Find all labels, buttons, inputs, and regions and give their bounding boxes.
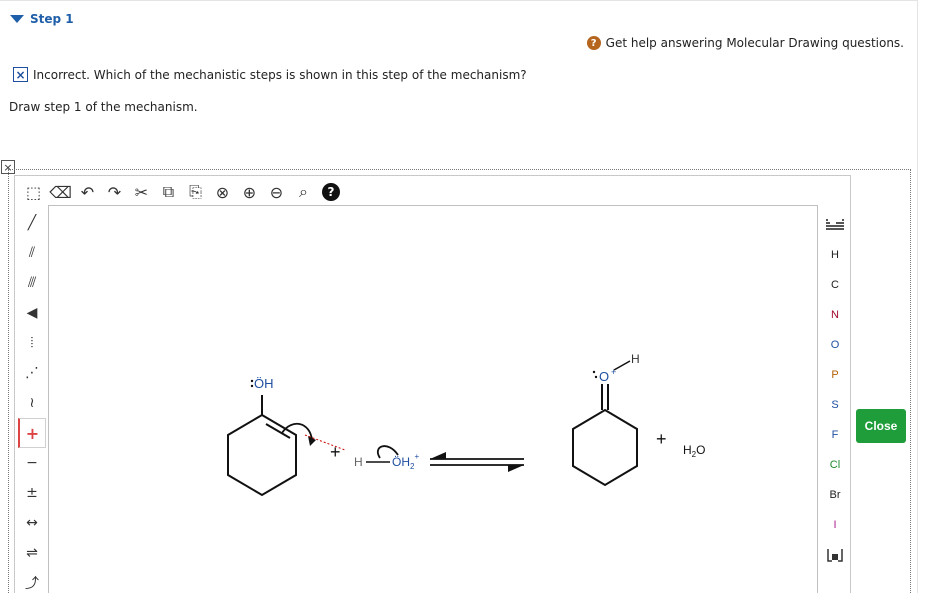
instruction-text: Draw step 1 of the mechanism. <box>9 100 198 114</box>
negative-charge-icon[interactable]: − <box>18 448 46 478</box>
element-s[interactable]: S <box>820 390 850 420</box>
zoom-fit-icon[interactable]: ⌕ <box>290 180 317 204</box>
positive-charge-icon[interactable]: + <box>18 418 46 448</box>
element-n[interactable]: N <box>820 300 850 330</box>
wedge-bond-icon[interactable]: ◀ <box>18 298 46 328</box>
wavy-bond-icon[interactable]: ⋰ <box>18 358 46 388</box>
element-p[interactable]: P <box>820 360 850 390</box>
feedback-row: × Incorrect. Which of the mechanistic st… <box>13 67 527 82</box>
clear-icon[interactable]: ⊗ <box>209 180 236 204</box>
template-icon[interactable] <box>820 540 850 570</box>
undo-icon[interactable]: ↶ <box>74 180 101 204</box>
equilibrium-icon[interactable]: ⇌ <box>18 538 46 568</box>
paste-icon[interactable]: ⎘ <box>182 180 209 204</box>
copy-icon[interactable]: ⧉ <box>155 180 182 204</box>
cut-icon[interactable]: ✂ <box>128 180 155 204</box>
chain-icon[interactable]: ≀ <box>18 388 46 418</box>
top-toolbar: ⬚ ⌫ ↶ ↷ ✂ ⧉ ⎘ ⊗ ⊕ ⊖ ⌕ ? <box>20 180 340 204</box>
eraser-icon[interactable]: ⌫ <box>47 180 74 204</box>
close-button[interactable]: Close <box>856 409 906 443</box>
editor-help-icon[interactable]: ? <box>322 183 340 201</box>
zoom-out-icon[interactable]: ⊖ <box>263 180 290 204</box>
radical-icon[interactable]: ± <box>18 478 46 508</box>
left-toolbar: ╱ ⫽ ⫻ ◀ ⦙ ⋰ ≀ + − ± ↔ ⇌ ⤴ <box>18 208 46 593</box>
drawing-canvas[interactable] <box>48 205 818 593</box>
element-palette: H C N O P S F Cl Br I <box>820 210 850 570</box>
step-toggle[interactable]: Step 1 <box>10 12 74 26</box>
zoom-in-icon[interactable]: ⊕ <box>236 180 263 204</box>
lone-pair-icon[interactable]: ↔ <box>18 508 46 538</box>
help-text: Get help answering Molecular Drawing que… <box>605 36 904 50</box>
lasso-select-icon[interactable]: ⬚ <box>20 180 47 204</box>
element-c[interactable]: C <box>820 270 850 300</box>
step-title: Step 1 <box>30 12 74 26</box>
triple-bond-icon[interactable]: ⫻ <box>18 268 46 298</box>
element-o[interactable]: O <box>820 330 850 360</box>
element-h[interactable]: H <box>820 240 850 270</box>
hash-bond-icon[interactable]: ⦙ <box>18 328 46 358</box>
redo-icon[interactable]: ↷ <box>101 180 128 204</box>
caret-down-icon <box>10 15 24 23</box>
incorrect-icon: × <box>13 67 28 82</box>
element-br[interactable]: Br <box>820 480 850 510</box>
element-cl[interactable]: Cl <box>820 450 850 480</box>
double-bond-icon[interactable]: ⫽ <box>18 238 46 268</box>
help-link[interactable]: ? Get help answering Molecular Drawing q… <box>586 36 904 50</box>
help-icon: ? <box>586 36 601 50</box>
curved-arrow-icon[interactable]: ⤴ <box>18 568 46 593</box>
element-i[interactable]: I <box>820 510 850 540</box>
periodic-table-icon[interactable] <box>820 210 850 240</box>
element-f[interactable]: F <box>820 420 850 450</box>
single-bond-icon[interactable]: ╱ <box>18 208 46 238</box>
feedback-text: Incorrect. Which of the mechanistic step… <box>33 67 527 82</box>
